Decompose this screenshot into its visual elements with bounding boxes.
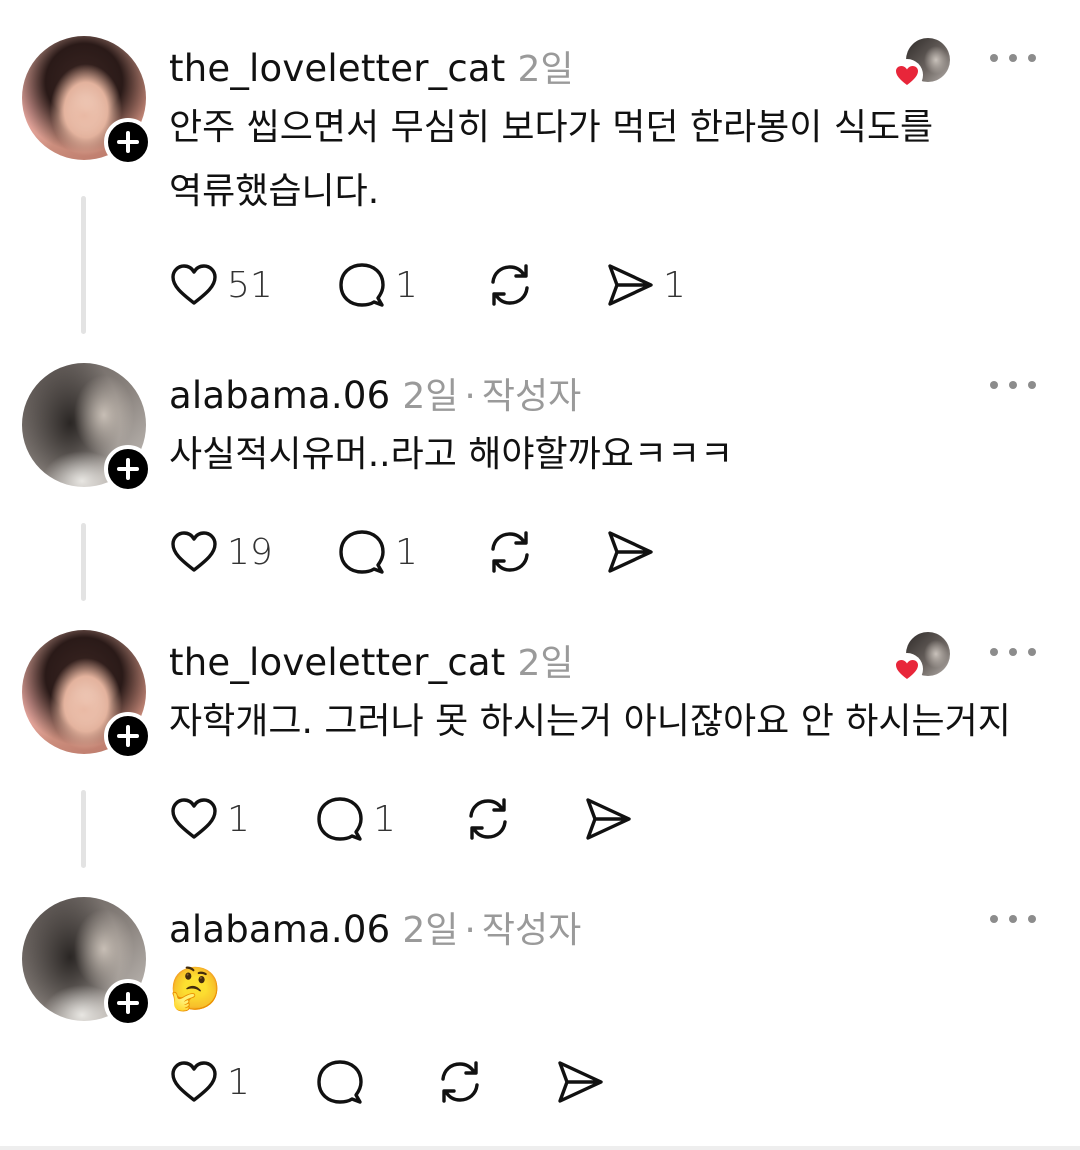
more-options-icon[interactable] <box>990 911 1036 927</box>
post-time: 2일 <box>517 643 574 684</box>
reply-count: 1 <box>395 264 418 306</box>
repost-icon <box>491 264 529 306</box>
share-button[interactable] <box>605 525 655 579</box>
repost-button[interactable] <box>463 792 513 846</box>
repost-button[interactable] <box>485 258 535 312</box>
follow-plus-icon[interactable] <box>104 979 152 1027</box>
share-icon <box>608 531 653 573</box>
divider <box>0 1146 1080 1150</box>
post-text: 🤔 <box>169 957 969 1024</box>
reply-button[interactable] <box>315 1055 365 1109</box>
repost-icon <box>441 1061 479 1103</box>
more-options-icon[interactable] <box>990 50 1036 66</box>
comment-icon <box>339 263 385 307</box>
like-count: 1 <box>227 1061 250 1103</box>
share-button[interactable] <box>555 1055 605 1109</box>
share-count: 1 <box>663 264 686 306</box>
post-header: the_loveletter_cat 2일 <box>169 634 574 684</box>
share-button[interactable] <box>583 792 633 846</box>
share-icon <box>608 264 653 306</box>
thread-line <box>81 196 86 334</box>
repost-icon <box>491 531 529 573</box>
liked-by-author-heart-icon <box>891 59 923 91</box>
reply-post: the_loveletter_cat 2일 안주 씹으면서 무심히 보다가 먹던… <box>0 36 1080 336</box>
thread-line <box>81 790 86 868</box>
post-header: alabama.06 2일 · 작성자 <box>169 901 581 951</box>
liked-by-author-heart-icon <box>891 653 923 685</box>
heart-icon <box>171 531 217 572</box>
reply-post: alabama.06 2일 · 작성자 사실적시유머..라고 해야할까요ㅋㅋㅋ 19… <box>0 363 1080 603</box>
like-count: 1 <box>227 798 250 840</box>
heart-icon <box>171 264 217 305</box>
like-button[interactable]: 1 <box>169 792 250 846</box>
share-button[interactable]: 1 <box>605 258 686 312</box>
post-meta: 2일 · 작성자 <box>402 367 581 419</box>
reply-count: 1 <box>373 798 396 840</box>
like-count: 51 <box>227 264 273 306</box>
reply-count: 1 <box>395 531 418 573</box>
post-time: 2일 <box>402 376 459 417</box>
username[interactable]: alabama.06 <box>169 374 390 417</box>
post-text: 사실적시유머..라고 해야할까요ㅋㅋㅋ <box>169 434 734 475</box>
comment-icon <box>339 530 385 574</box>
author-tag: 작성자 <box>481 910 582 951</box>
heart-icon <box>171 1061 217 1102</box>
comment-icon <box>317 1060 363 1104</box>
reply-post: the_loveletter_cat 2일 자학개그. 그러나 못 하시는거 아… <box>0 630 1080 870</box>
thread-line <box>81 523 86 601</box>
follow-plus-icon[interactable] <box>104 118 152 166</box>
share-icon <box>558 1061 603 1103</box>
like-button[interactable]: 51 <box>169 258 273 312</box>
like-button[interactable]: 1 <box>169 1055 250 1109</box>
meta-separator: · <box>464 376 476 417</box>
username[interactable]: the_loveletter_cat <box>169 641 505 684</box>
post-header: alabama.06 2일 · 작성자 <box>169 367 581 417</box>
more-options-icon[interactable] <box>990 644 1036 660</box>
reply-button[interactable]: 1 <box>315 792 396 846</box>
username[interactable]: alabama.06 <box>169 908 390 951</box>
post-text: 안주 씹으면서 무심히 보다가 먹던 한라봉이 식도를 역류했습니다. <box>169 107 934 212</box>
comment-icon <box>317 797 363 841</box>
follow-plus-icon[interactable] <box>104 445 152 493</box>
reply-button[interactable]: 1 <box>337 525 418 579</box>
repost-button[interactable] <box>435 1055 485 1109</box>
post-meta: 2일 · 작성자 <box>402 901 581 953</box>
reply-post: alabama.06 2일 · 작성자 🤔 1 <box>0 897 1080 1137</box>
username[interactable]: the_loveletter_cat <box>169 47 505 90</box>
post-header: the_loveletter_cat 2일 <box>169 40 574 90</box>
meta-separator: · <box>464 910 476 951</box>
post-time: 2일 <box>517 49 574 90</box>
like-button[interactable]: 19 <box>169 525 273 579</box>
reply-button[interactable]: 1 <box>337 258 418 312</box>
post-text: 자학개그. 그러나 못 하시는거 아니잖아요 안 하시는거지 <box>169 701 1011 742</box>
post-time: 2일 <box>402 910 459 951</box>
like-count: 19 <box>227 531 273 573</box>
author-tag: 작성자 <box>481 376 582 417</box>
repost-icon <box>469 798 507 840</box>
repost-button[interactable] <box>485 525 535 579</box>
thinking-face-emoji: 🤔 <box>169 964 222 1013</box>
more-options-icon[interactable] <box>990 377 1036 393</box>
share-icon <box>586 798 631 840</box>
heart-icon <box>171 798 217 839</box>
follow-plus-icon[interactable] <box>104 712 152 760</box>
